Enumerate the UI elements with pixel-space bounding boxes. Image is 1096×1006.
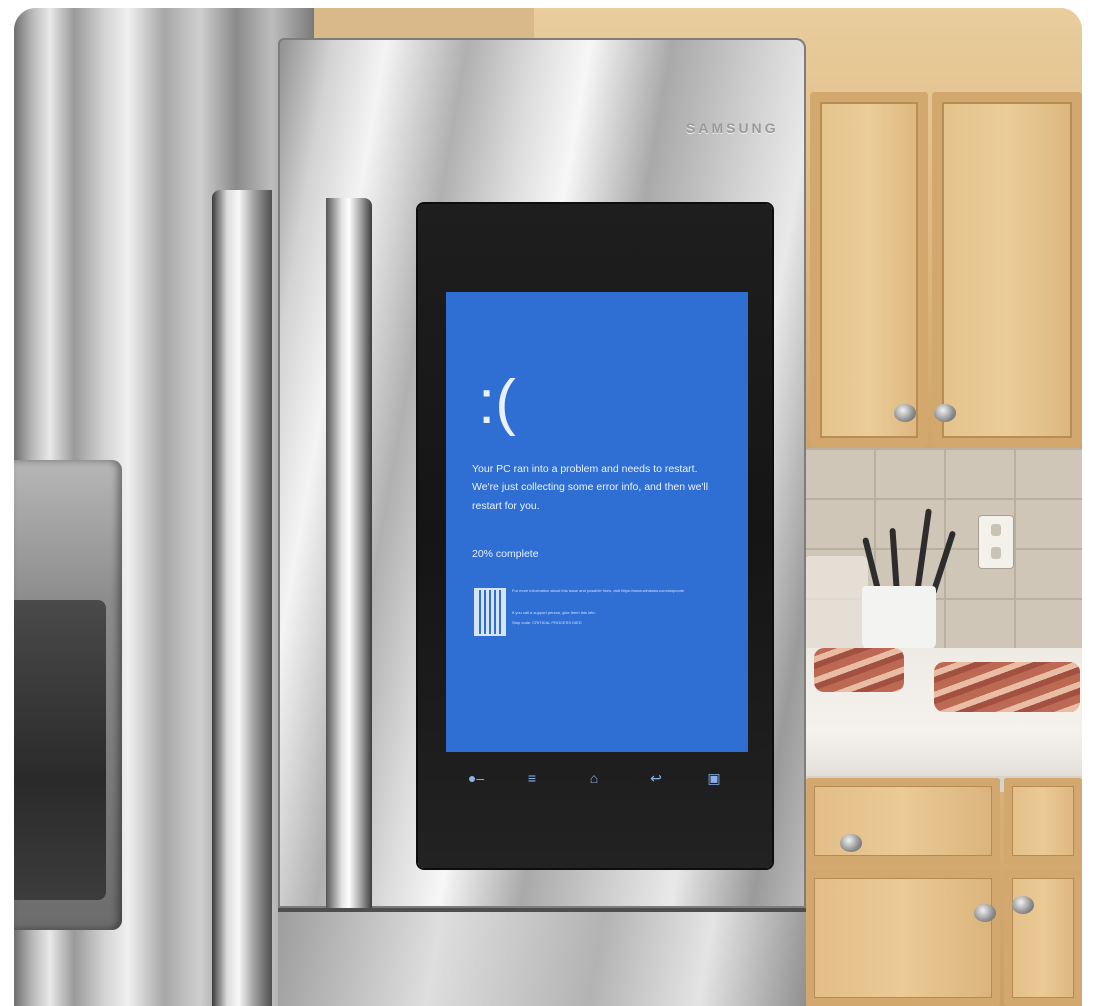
cabinet-knob xyxy=(894,404,916,422)
kitchen-photo: SAMSUNG :( Your PC ran into a problem an… xyxy=(14,8,1082,1006)
menu-icon[interactable]: ≡ xyxy=(520,766,544,790)
cabinet-knob xyxy=(934,404,956,422)
info-link-text: For more information about this issue an… xyxy=(512,588,685,593)
cabinet-door xyxy=(810,92,928,448)
stop-code-text: Stop code: CRITICAL PROCESS DIED xyxy=(512,620,582,625)
cabinet-door xyxy=(932,92,1082,448)
fridge-handle-left xyxy=(212,190,272,1006)
cabinet-door xyxy=(1004,870,1082,1006)
screen-nav-bar: ●– ≡ ⌂ ↩ ▣ xyxy=(446,760,748,800)
sad-face: :( xyxy=(478,368,516,437)
brand-logo: SAMSUNG xyxy=(686,120,779,136)
home-icon[interactable]: ⌂ xyxy=(582,766,606,790)
error-message: Your PC ran into a problem and needs to … xyxy=(472,463,709,512)
support-text: If you call a support person, give them … xyxy=(512,610,596,615)
drawer xyxy=(806,778,1000,864)
qr-code-icon xyxy=(474,588,506,636)
cabinet-door xyxy=(806,870,1000,1006)
fridge-handle-right xyxy=(326,198,372,1006)
water-dispenser xyxy=(14,460,122,930)
dispenser-recess xyxy=(14,600,106,900)
utensil-jar xyxy=(862,586,936,650)
back-icon[interactable]: ↩ xyxy=(644,766,668,790)
food-package xyxy=(814,648,904,692)
drawer-knob xyxy=(840,834,862,852)
microphone-icon[interactable]: ●– xyxy=(464,766,488,790)
freezer-door xyxy=(278,908,806,1006)
apps-icon[interactable]: ▣ xyxy=(702,766,726,790)
cabinet-knob xyxy=(974,904,996,922)
progress-text: 20% complete xyxy=(472,548,539,560)
wall-outlet xyxy=(979,516,1013,568)
drawer xyxy=(1004,778,1082,864)
cabinet-knob xyxy=(1012,896,1034,914)
food-package xyxy=(934,662,1080,712)
blue-screen-of-death: :( Your PC ran into a problem and needs … xyxy=(446,292,748,752)
